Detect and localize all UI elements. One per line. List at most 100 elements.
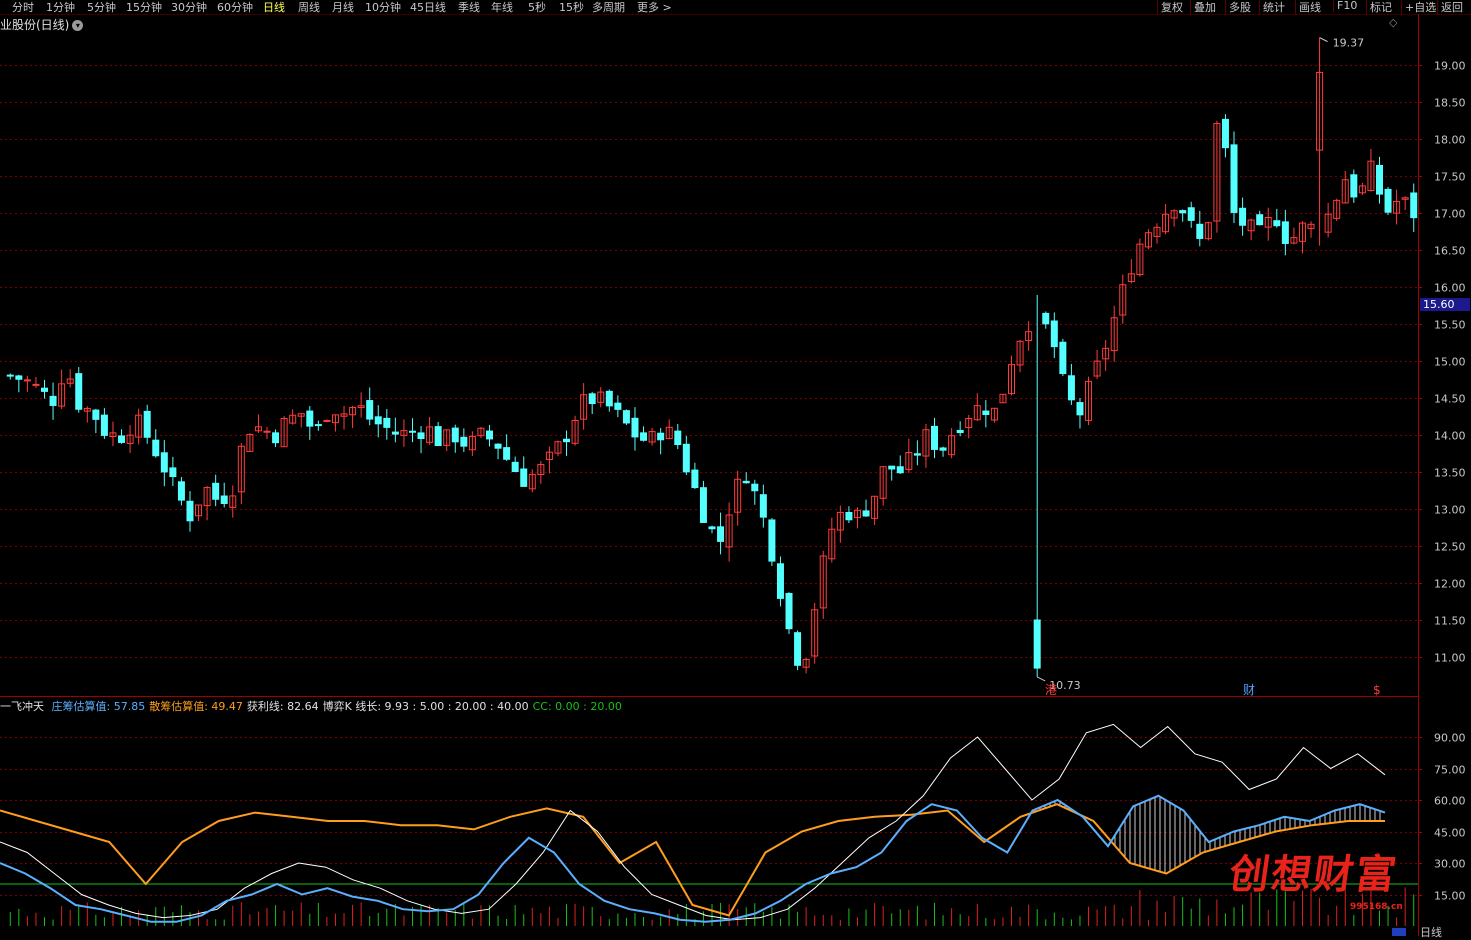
candle-body (23, 379, 31, 382)
candle-body (717, 526, 725, 542)
candle-body (451, 427, 459, 443)
candle-body (674, 430, 682, 446)
candle-body (1281, 221, 1289, 244)
candle-body (169, 467, 177, 478)
candle-body (212, 482, 220, 500)
last-price-tag: 15.60 (1420, 298, 1470, 311)
candle-body (1179, 210, 1187, 214)
candle-body (391, 431, 399, 435)
candle-body (699, 487, 707, 523)
annotation-high: 19.37 (1333, 37, 1365, 50)
indicator-legend: 一飞冲天 庄筹估算值: 57.85 散筹估算值: 49.47 获利线: 82.64 博… (0, 698, 630, 714)
y-tick-label: 13.00 (1434, 504, 1466, 517)
y-tick-label: 15.50 (1434, 319, 1466, 332)
legend-item-0: 庄筹估算值: 57.85 (51, 700, 146, 713)
candle-body (1375, 164, 1383, 195)
candle-body (640, 432, 648, 441)
candle-body (49, 395, 57, 406)
watermark-text: 创想财富 (1226, 851, 1401, 898)
candle-body (1067, 375, 1075, 401)
y-tick-label: 13.50 (1434, 467, 1466, 480)
candle-body (1059, 341, 1067, 375)
candle-body (177, 481, 185, 501)
candle-body (622, 410, 630, 424)
candle-body (631, 417, 639, 438)
candle-body (383, 417, 391, 428)
chart-canvas[interactable]: 19.00 18.50 18.00 17.50 17.00 16.50 16.00 15.50… (0, 0, 1471, 936)
indicator-name: 一飞冲天 (0, 700, 44, 713)
candle-body (708, 526, 716, 530)
series-line-zhuangchou (0, 794, 1386, 923)
candle-body (306, 410, 314, 427)
y-tick-label-sub: 30.00 (1434, 858, 1466, 871)
candle-body (100, 414, 108, 436)
candle-body (751, 483, 759, 492)
legend-item-3: 博弈K 线长: 9.93 : 5.00 : 20.00 : 40.00 (322, 700, 529, 713)
candle-body (520, 468, 528, 487)
y-tick-label: 18.00 (1434, 134, 1466, 147)
candle-body (1410, 192, 1418, 219)
event-marker: 港 (1045, 683, 1057, 697)
candle-body (794, 632, 802, 666)
candle-body (862, 510, 870, 517)
candle-body (1050, 320, 1058, 348)
candle-body (6, 374, 14, 377)
candle-body (486, 430, 494, 440)
y-tick-label-sub: 60.00 (1434, 795, 1466, 808)
candle-body (263, 430, 271, 433)
candle-body (588, 393, 596, 405)
candle-body (323, 419, 331, 422)
y-tick-label: 12.50 (1434, 541, 1466, 554)
candle-body (930, 425, 938, 450)
candle-body (1256, 214, 1264, 226)
candle-body (118, 435, 126, 443)
y-tick-label: 15.00 (1434, 356, 1466, 369)
series-line-sanchou (0, 803, 1385, 917)
candle-body (913, 453, 921, 456)
y-tick-label-sub: 15.00 (1434, 890, 1466, 903)
candle-body (160, 452, 168, 473)
candle-body (511, 461, 519, 473)
y-tick-label: 11.50 (1434, 615, 1466, 628)
candle-body (605, 390, 613, 407)
candle-body (1230, 144, 1238, 213)
candle-body (1273, 220, 1281, 227)
y-tick-label: 12.00 (1434, 578, 1466, 591)
candle-body (768, 519, 776, 562)
candle-body (742, 480, 750, 484)
legend-items: 庄筹估算值: 57.85 散筹估算值: 49.47 获利线: 82.64 博弈K 线长… (52, 700, 626, 713)
candle-body (982, 410, 990, 416)
candle-body (614, 402, 622, 410)
candle-body (845, 511, 853, 521)
candle-body (186, 500, 194, 522)
candle-body (374, 416, 382, 425)
candle-body (434, 426, 442, 447)
candle-body (563, 438, 571, 443)
candle-body (92, 409, 100, 420)
y-tick-label-sub: 45.00 (1434, 827, 1466, 840)
candle-body (1350, 174, 1358, 198)
candle-body (1187, 207, 1195, 221)
event-marker: $ (1373, 683, 1381, 697)
scroll-indicator[interactable] (1392, 928, 1406, 936)
candle-body (682, 443, 690, 473)
y-tick-label: 11.00 (1434, 652, 1466, 665)
series-line-huoli (0, 723, 1386, 921)
y-tick-label-sub: 75.00 (1434, 764, 1466, 777)
candle-body (759, 494, 767, 518)
candle-body (1042, 312, 1050, 325)
y-tick-label: 16.00 (1434, 282, 1466, 295)
candle-body (776, 563, 784, 599)
candle-body (15, 375, 23, 380)
candle-body (366, 400, 374, 420)
candle-body (494, 443, 502, 449)
candle-body (460, 436, 468, 447)
candle-body (272, 432, 280, 444)
candle-body (143, 410, 151, 438)
candle-body (1196, 223, 1204, 239)
y-tick-label: 17.50 (1434, 171, 1466, 184)
candle-body (785, 592, 793, 630)
footer-period-label: 日线 (1420, 926, 1442, 939)
legend-item-2: 获利线: 82.64 (246, 700, 319, 713)
y-tick-label: 17.00 (1434, 208, 1466, 221)
